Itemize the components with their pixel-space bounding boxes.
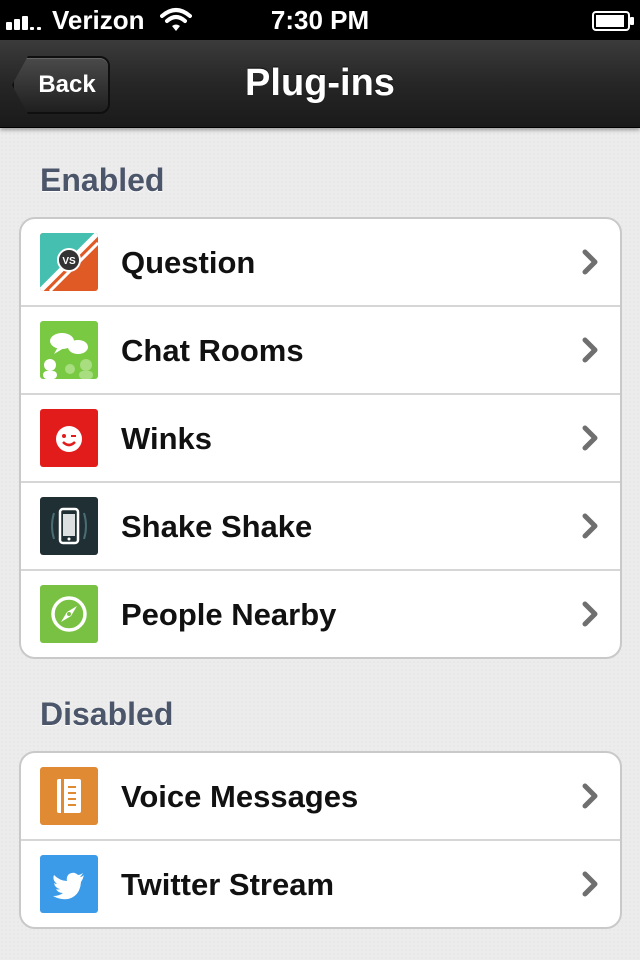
plugin-label: Voice Messages <box>121 779 359 814</box>
plugin-row-shake-shake[interactable]: Shake Shake <box>21 483 620 571</box>
disabled-plugins-list: Voice Messages Twitter Stream <box>19 751 622 929</box>
battery-icon <box>592 11 634 31</box>
shake-phone-icon <box>40 497 98 555</box>
plugin-row-people-nearby[interactable]: People Nearby <box>21 571 620 657</box>
enabled-plugins-list: VS Question Chat Rooms Winks Shake Shake… <box>19 217 622 659</box>
plugin-row-twitter-stream[interactable]: Twitter Stream <box>21 841 620 927</box>
plugin-row-voice-messages[interactable]: Voice Messages <box>21 753 620 841</box>
plugin-label: Shake Shake <box>121 509 313 544</box>
navigation-bar: Back Plug-ins <box>0 40 640 128</box>
svg-text:VS: VS <box>62 256 76 267</box>
chevron-right-icon <box>582 337 598 363</box>
chevron-right-icon <box>582 249 598 275</box>
compass-icon <box>40 585 98 643</box>
page-title: Plug-ins <box>245 62 395 104</box>
status-bar: Verizon 7:30 PM <box>0 0 640 40</box>
plugin-label: Twitter Stream <box>121 867 335 902</box>
plugin-row-chat-rooms[interactable]: Chat Rooms <box>21 307 620 395</box>
plugin-label: Winks <box>121 421 213 456</box>
twitter-bird-icon <box>40 855 98 913</box>
question-vs-icon: VS <box>40 233 98 291</box>
section-header-disabled: Disabled <box>40 696 174 732</box>
plugin-label: People Nearby <box>121 597 337 632</box>
status-time: 7:30 PM <box>270 5 370 35</box>
chevron-right-icon <box>582 871 598 897</box>
plugin-label: Question <box>121 245 256 280</box>
chevron-right-icon <box>582 601 598 627</box>
section-header-enabled: Enabled <box>40 162 165 198</box>
chat-rooms-icon <box>40 321 98 379</box>
plugin-label: Chat Rooms <box>121 333 304 368</box>
chevron-right-icon <box>582 425 598 451</box>
chevron-right-icon <box>582 513 598 539</box>
voice-notebook-icon <box>40 767 98 825</box>
plugin-row-winks[interactable]: Winks <box>21 395 620 483</box>
chevron-right-icon <box>582 783 598 809</box>
plugin-row-question[interactable]: VS Question <box>21 219 620 307</box>
winks-icon <box>40 409 98 467</box>
